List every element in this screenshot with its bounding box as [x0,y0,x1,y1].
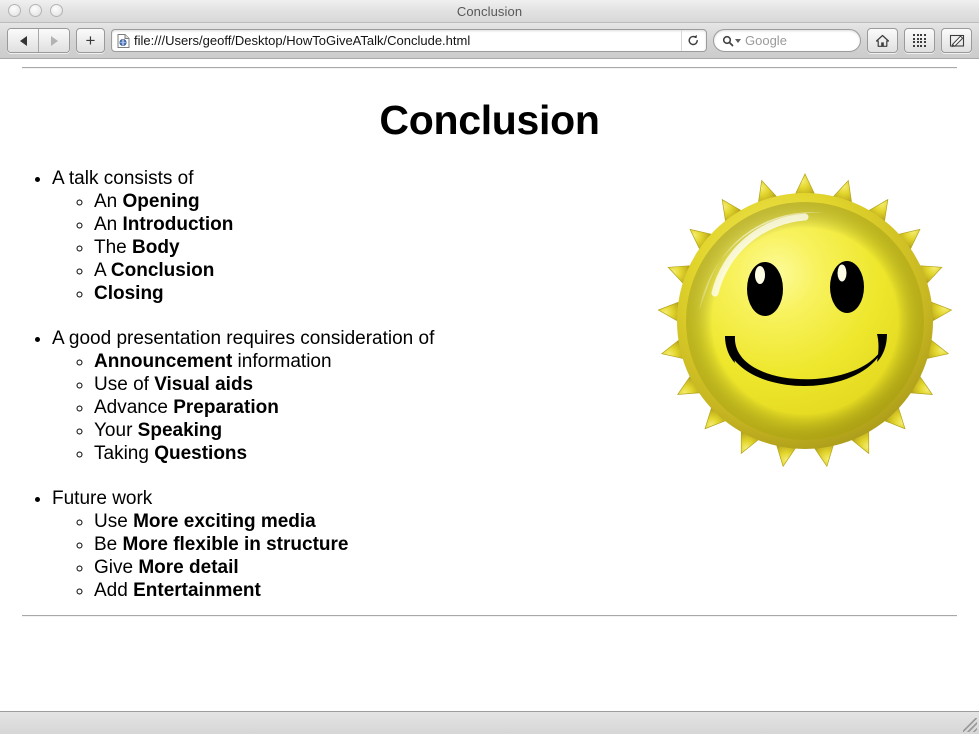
item-prefix: Taking [94,443,155,464]
home-button[interactable] [867,28,898,53]
window-titlebar: Conclusion [0,0,979,23]
slide-body: A talk consists of An Opening An Introdu… [0,166,979,602]
close-button[interactable] [8,4,21,17]
search-field[interactable]: Google [713,29,861,52]
item-strong: Introduction [122,214,234,235]
home-icon [875,34,890,47]
sub-list: Use More exciting media Be More flexible… [52,510,979,602]
search-icon [722,35,734,46]
item-strong: Visual aids [154,374,254,395]
item-strong: Questions [154,443,248,464]
list-item: Advance Preparation [94,396,979,419]
search-placeholder: Google [745,33,787,48]
item-prefix: The [94,237,133,258]
browser-window: Conclusion + file:///Users/geoff/Desktop… [0,0,979,734]
search-menu-caret-icon[interactable] [735,38,741,43]
reader-button[interactable] [941,28,972,53]
window-title: Conclusion [456,3,523,19]
section-lead: A good presentation requires considerati… [52,328,435,349]
item-strong: Preparation [173,397,279,418]
item-strong: More flexible in structure [122,534,349,555]
navigation-button-group [7,28,70,53]
horizontal-rule-bottom [22,615,957,617]
list-item: Give More detail [94,556,979,579]
list-item: The Body [94,236,979,259]
back-button[interactable] [8,29,38,52]
list-item: Add Entertainment [94,579,979,602]
bullet-section-1: A talk consists of An Opening An Introdu… [0,166,979,305]
address-bar[interactable]: file:///Users/geoff/Desktop/HowToGiveATa… [111,29,707,52]
page-content: Conclusion • A talk consists of ◦ An Ope… [0,59,979,711]
sub-list: Announcement information Use of Visual a… [52,350,979,465]
item-prefix: Your [94,420,138,441]
zoom-button[interactable] [50,4,63,17]
list-item: Use More exciting media [94,510,979,533]
horizontal-rule-top [22,67,957,69]
item-prefix: A [94,260,111,281]
item-strong: Closing [94,283,164,304]
plus-icon: + [85,31,96,50]
item-strong: More detail [138,557,239,578]
section-lead: Future work [52,488,153,509]
list-item: An Opening [94,190,979,213]
reload-button[interactable] [681,30,704,51]
arrow-right-icon [50,35,58,46]
item-prefix: Add [94,580,134,601]
list-item: A good presentation requires considerati… [52,326,979,465]
list-item: Taking Questions [94,442,979,465]
list-item: Future work Use More exciting media Be M… [52,486,979,602]
item-strong: Announcement [94,351,233,372]
item-prefix: Give [94,557,139,578]
bullet-section-2: A good presentation requires considerati… [0,326,979,465]
pencil-edit-icon [949,34,964,48]
arrow-left-icon [19,35,27,46]
item-strong: More exciting media [133,511,316,532]
item-prefix: An [94,214,123,235]
list-item: Your Speaking [94,419,979,442]
forward-button[interactable] [38,29,69,52]
list-item: A talk consists of An Opening An Introdu… [52,166,979,305]
status-bar [0,711,979,734]
page-favicon-icon [117,33,130,48]
list-item: An Introduction [94,213,979,236]
item-strong: Body [132,237,180,258]
item-strong: Entertainment [133,580,261,601]
top-sites-button[interactable] [904,28,935,53]
item-prefix: Use of [94,374,155,395]
grid-icon [913,34,926,47]
item-suffix: information [232,351,332,372]
bullet-section-3: Future work Use More exciting media Be M… [0,486,979,602]
list-item: Be More flexible in structure [94,533,979,556]
minimize-button[interactable] [29,4,42,17]
list-item: Announcement information [94,350,979,373]
resize-grip[interactable] [963,718,977,732]
page-title: Conclusion [379,97,600,143]
sub-list: An Opening An Introduction The Body A Co… [52,190,979,305]
item-prefix: Advance [94,397,174,418]
item-prefix: An [94,191,123,212]
list-item: A Conclusion [94,259,979,282]
traffic-light-group [8,4,63,17]
item-strong: Speaking [137,420,223,441]
list-item: Use of Visual aids [94,373,979,396]
section-lead: A talk consists of [52,168,194,189]
address-bar-url: file:///Users/geoff/Desktop/HowToGiveATa… [134,33,471,48]
new-tab-button[interactable]: + [76,28,105,53]
item-prefix: Use [94,511,134,532]
browser-toolbar: + file:///Users/geoff/Desktop/HowToGiveA… [0,23,979,59]
item-strong: Conclusion [110,260,215,281]
list-item: Closing [94,282,979,305]
item-prefix: Be [94,534,123,555]
item-strong: Opening [122,191,200,212]
